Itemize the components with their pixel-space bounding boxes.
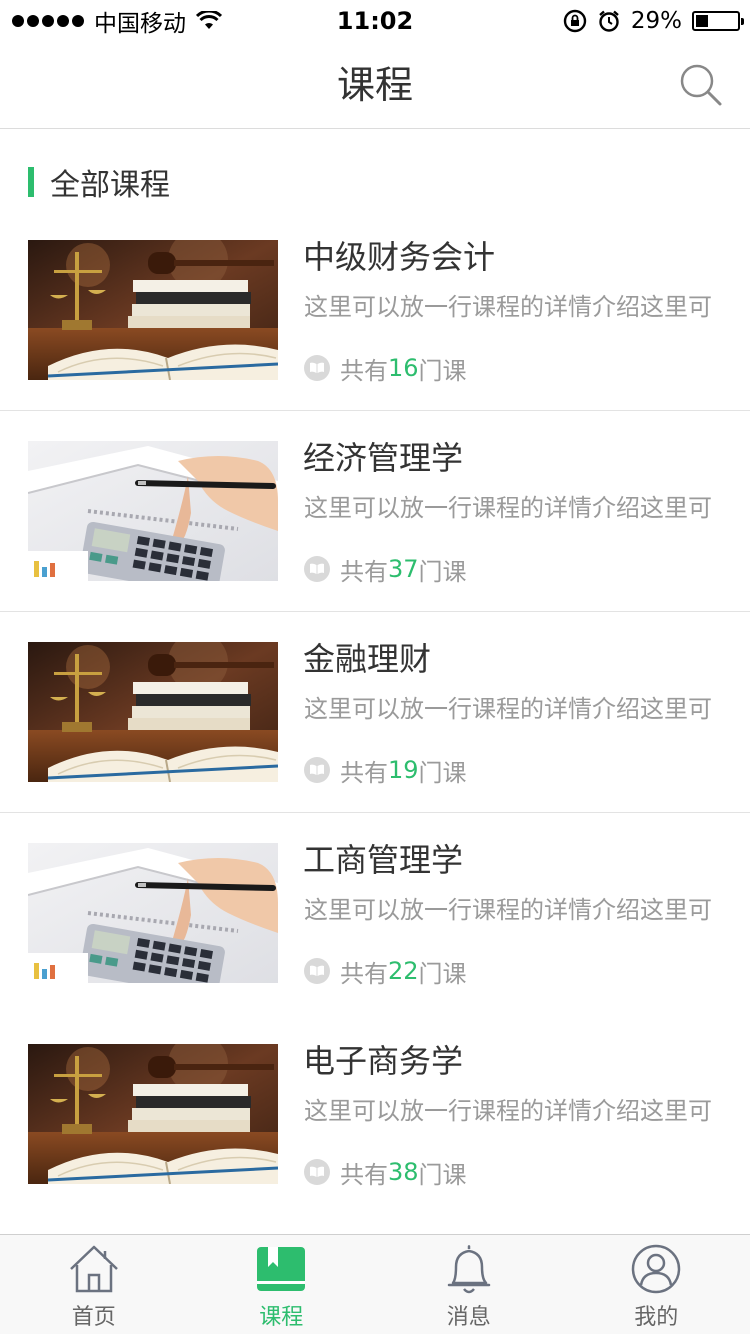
course-thumbnail (28, 441, 278, 581)
count-suffix: 门课 (418, 356, 467, 385)
count-number: 38 (388, 1158, 419, 1186)
course-description: 这里可以放一行课程的详情介绍这里可 (304, 896, 712, 924)
status-right: 29% (563, 6, 744, 36)
status-bar: 中国移动 11:02 29% (0, 0, 750, 42)
tab-label: 首页 (71, 1305, 116, 1330)
tab-label: 课程 (259, 1305, 304, 1330)
count-suffix: 门课 (418, 758, 467, 787)
course-description: 这里可以放一行课程的详情介绍这里可 (304, 293, 712, 321)
course-count: 共有 37 门课 (304, 552, 467, 586)
count-prefix: 共有 (340, 1160, 388, 1189)
tab-courses[interactable]: 课程 (188, 1235, 376, 1334)
course-item[interactable]: 经济管理学 这里可以放一行课程的详情介绍这里可 共有 37 门课 (0, 411, 750, 612)
battery-level (696, 15, 708, 27)
section-title: 全部课程 (50, 168, 170, 203)
course-name: 经济管理学 (303, 439, 464, 477)
course-name: 工商管理学 (303, 841, 464, 879)
course-thumbnail (28, 240, 278, 380)
course-count: 共有 22 门课 (304, 954, 467, 988)
course-name: 中级财务会计 (303, 238, 496, 276)
bell-icon (447, 1245, 490, 1294)
book-icon (304, 757, 330, 783)
book-icon (304, 355, 330, 381)
tab-bar: 首页 课程 消息 我的 (0, 1234, 750, 1334)
course-count: 共有 19 门课 (304, 753, 467, 787)
section-header: 全部课程 (28, 164, 170, 203)
course-item[interactable]: 工商管理学 这里可以放一行课程的详情介绍这里可 共有 22 门课 (0, 813, 750, 1014)
course-count: 共有 16 门课 (304, 351, 467, 385)
tab-label: 我的 (634, 1305, 679, 1330)
bookmark-book-icon (257, 1247, 306, 1291)
count-number: 37 (388, 555, 419, 583)
rotation-lock-icon (563, 9, 587, 33)
course-thumbnail (28, 1044, 278, 1184)
course-description: 这里可以放一行课程的详情介绍这里可 (304, 1097, 712, 1125)
tab-home[interactable]: 首页 (0, 1235, 188, 1334)
book-icon (304, 1159, 330, 1185)
battery-percent: 29% (630, 8, 682, 34)
count-number: 19 (388, 756, 419, 784)
tab-messages[interactable]: 消息 (375, 1235, 563, 1334)
user-icon (632, 1244, 681, 1294)
course-list: 中级财务会计 这里可以放一行课程的详情介绍这里可 共有 16 门课 经济管理学 这里… (0, 210, 750, 1215)
book-icon (304, 958, 330, 984)
search-icon[interactable] (678, 62, 724, 108)
course-name: 电子商务学 (303, 1042, 464, 1080)
course-item[interactable]: 中级财务会计 这里可以放一行课程的详情介绍这里可 共有 16 门课 (0, 210, 750, 411)
count-prefix: 共有 (340, 557, 388, 586)
count-suffix: 门课 (418, 959, 467, 988)
count-suffix: 门课 (418, 557, 467, 586)
course-thumbnail (28, 843, 278, 983)
page-title: 课程 (336, 63, 413, 107)
book-icon (304, 556, 330, 582)
section-accent-bar (28, 167, 34, 197)
count-prefix: 共有 (340, 758, 388, 787)
course-item[interactable]: 金融理财 这里可以放一行课程的详情介绍这里可 共有 19 门课 (0, 612, 750, 813)
course-name: 金融理财 (303, 640, 432, 678)
course-description: 这里可以放一行课程的详情介绍这里可 (304, 494, 712, 522)
course-item[interactable]: 电子商务学 这里可以放一行课程的详情介绍这里可 共有 38 门课 (0, 1014, 750, 1215)
course-thumbnail (28, 642, 278, 782)
count-prefix: 共有 (340, 356, 388, 385)
nav-bar: 课程 (0, 42, 750, 129)
tab-label: 消息 (446, 1305, 491, 1330)
tab-profile[interactable]: 我的 (563, 1235, 750, 1334)
battery-icon (692, 11, 744, 31)
count-suffix: 门课 (418, 1160, 467, 1189)
course-count: 共有 38 门课 (304, 1155, 467, 1189)
alarm-icon (599, 10, 619, 32)
count-prefix: 共有 (340, 959, 388, 988)
course-description: 这里可以放一行课程的详情介绍这里可 (304, 695, 712, 723)
count-number: 16 (388, 354, 419, 382)
home-icon (69, 1245, 118, 1293)
count-number: 22 (388, 957, 419, 985)
